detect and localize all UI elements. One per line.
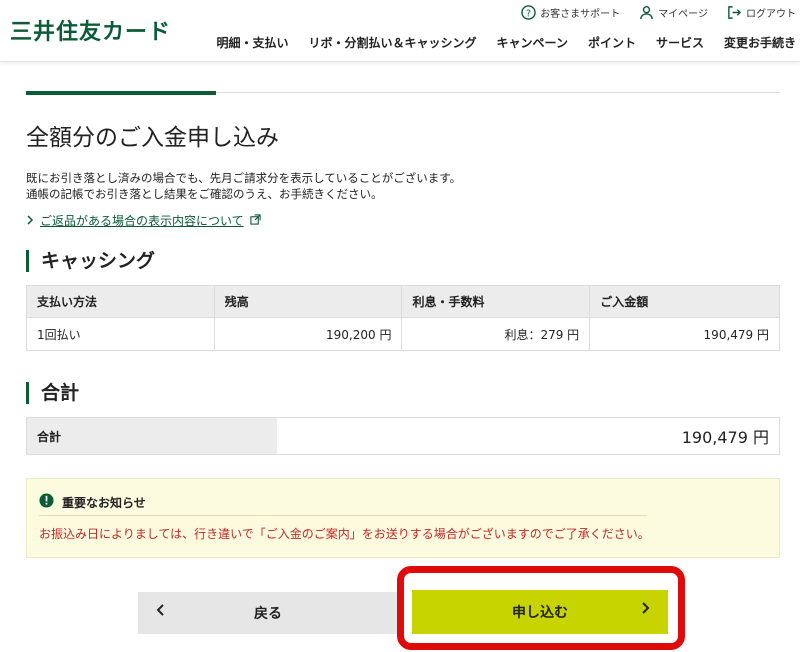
header-payment-method: 支払い方法 [26,285,215,318]
chevron-left-icon [156,602,166,621]
cell-payment-amount: 190,479 円 [589,317,780,351]
title-accent-bar [26,91,216,95]
nav-item-points[interactable]: ポイント [588,34,636,51]
important-notice: 重要なお知らせ お振込み日によりましては、行き違いで「ご入金のご案内」をお送りす… [26,478,780,558]
apply-button-label: 申し込む [512,605,568,621]
external-link-icon [250,213,261,228]
mypage-link[interactable]: マイページ [638,4,708,20]
cashing-section-title: キャッシング [26,250,155,272]
cell-balance: 190,200 円 [213,317,403,351]
nav-item-services[interactable]: サービス [656,34,704,51]
total-label: 合計 [27,418,277,454]
apply-button[interactable]: 申し込む [412,590,668,634]
intro-text: 既にお引き落とし済みの場合でも、先月ご請求分を表示していることがございます。 通… [26,170,461,202]
notice-header: 重要なお知らせ [39,493,146,511]
header-balance: 残高 [213,285,403,318]
cell-interest-fee: 利息：279 円 [401,317,591,351]
utility-nav: ? お客さまサポート マイページ ログアウト [520,4,796,20]
info-icon [39,493,54,511]
header-payment-amount: ご入金額 [589,285,780,318]
return-info-link[interactable]: ご返品がある場合の表示内容について [26,212,261,229]
notice-title: 重要なお知らせ [62,495,146,510]
nav-item-procedures[interactable]: 変更お手続き [724,34,796,51]
logout-label: ログアウト [746,8,796,20]
table-row: 1回払い 190,200 円 利息：279 円 190,479 円 [26,317,780,351]
site-header: 三井住友カード ? お客さまサポート マイページ ログアウト 明細・支払い リボ… [0,0,800,62]
table-header-row: 支払い方法 残高 利息・手数料 ご入金額 [26,285,780,318]
logout-link[interactable]: ログアウト [726,4,796,20]
total-value: 190,479 円 [681,428,769,447]
cashing-table: 支払い方法 残高 利息・手数料 ご入金額 1回払い 190,200 円 利息：2… [26,285,780,351]
nav-item-campaign[interactable]: キャンペーン [497,34,568,51]
nav-item-statement[interactable]: 明細・支払い [217,34,289,51]
global-nav: 明細・支払い リボ・分割払い＆キャッシング キャンペーン ポイント サービス 変… [217,34,796,51]
cell-payment-method: 1回払い [26,317,215,351]
support-link[interactable]: ? お客さまサポート [520,4,620,20]
page-title: 全額分のご入金申し込み [26,125,279,151]
chevron-right-icon [640,600,650,619]
total-box: 合計 190,479 円 [26,417,780,455]
return-info-link-label: ご返品がある場合の表示内容について [40,214,244,228]
chevron-right-icon [26,214,34,228]
support-label: お客さまサポート [540,8,621,20]
brand-logo[interactable]: 三井住友カード [10,14,171,46]
total-section-title: 合計 [26,382,79,404]
back-button[interactable]: 戻る [138,592,398,634]
notice-text: お振込み日によりましては、行き違いで「ご入金のご案内」をお送りする場合がございま… [39,527,650,541]
intro-line-1: 既にお引き落とし済みの場合でも、先月ご請求分を表示していることがございます。 [26,171,462,185]
nav-item-revolving[interactable]: リボ・分割払い＆キャッシング [309,34,477,51]
svg-text:?: ? [526,8,531,19]
logout-icon [726,4,742,20]
help-circle-icon: ? [520,4,536,20]
mypage-label: マイページ [658,8,708,20]
notice-divider [39,515,647,516]
intro-line-2: 通帳の記帳でお引き落とし結果をご確認のうえ、お手続きください。 [26,187,383,201]
user-icon [638,4,654,20]
header-interest-fee: 利息・手数料 [401,285,591,318]
back-button-label: 戻る [254,606,282,622]
